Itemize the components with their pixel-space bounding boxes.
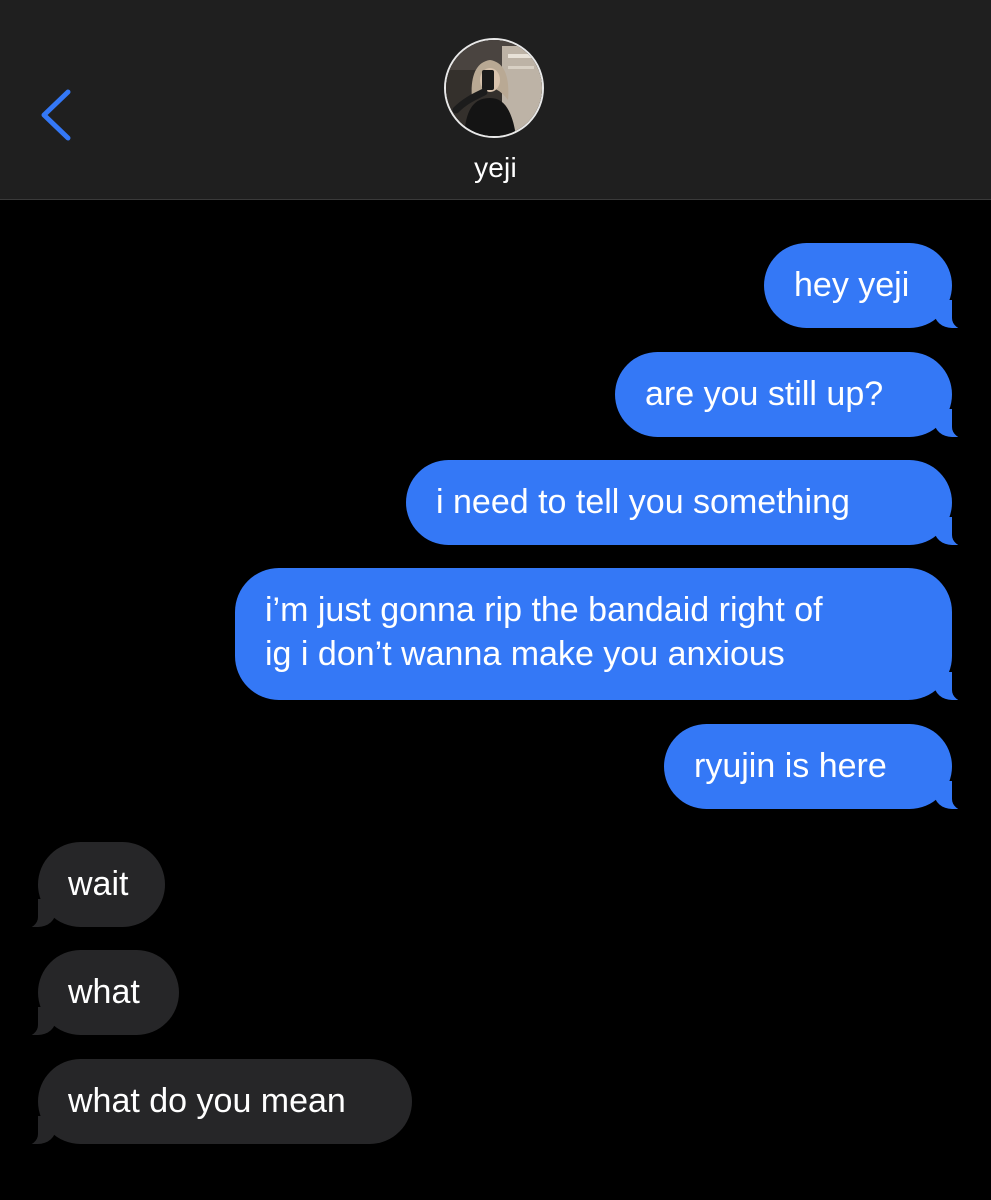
contact-name[interactable]: yeji [0, 152, 991, 184]
message-text: hey yeji [794, 266, 910, 304]
message-text: ryujin is here [694, 747, 887, 785]
sent-message[interactable]: i’m just gonna rip the bandaid right of … [235, 568, 980, 702]
message-text: wait [68, 865, 129, 903]
sent-message[interactable]: are you still up? [615, 352, 980, 439]
received-message[interactable]: what do you mean [10, 1059, 412, 1146]
message-text: i need to tell you something [436, 483, 850, 521]
message-text: are you still up? [645, 375, 884, 413]
message-text: what do you mean [68, 1082, 346, 1120]
received-message[interactable]: wait [10, 842, 165, 929]
sent-message[interactable]: ryujin is here [664, 724, 980, 811]
received-message[interactable]: what [10, 950, 179, 1037]
conversation-header: yeji [0, 0, 991, 200]
contact-avatar[interactable] [444, 38, 544, 138]
chevron-left-icon [41, 89, 71, 141]
message-text-line: ig i don’t wanna make you anxious [265, 635, 785, 673]
avatar-photo [446, 40, 542, 136]
message-text-line: i’m just gonna rip the bandaid right of [265, 591, 823, 629]
sent-message[interactable]: i need to tell you something [406, 460, 980, 547]
back-button[interactable] [34, 84, 82, 146]
sent-message[interactable]: hey yeji [764, 243, 980, 330]
message-text: what [68, 973, 140, 1011]
